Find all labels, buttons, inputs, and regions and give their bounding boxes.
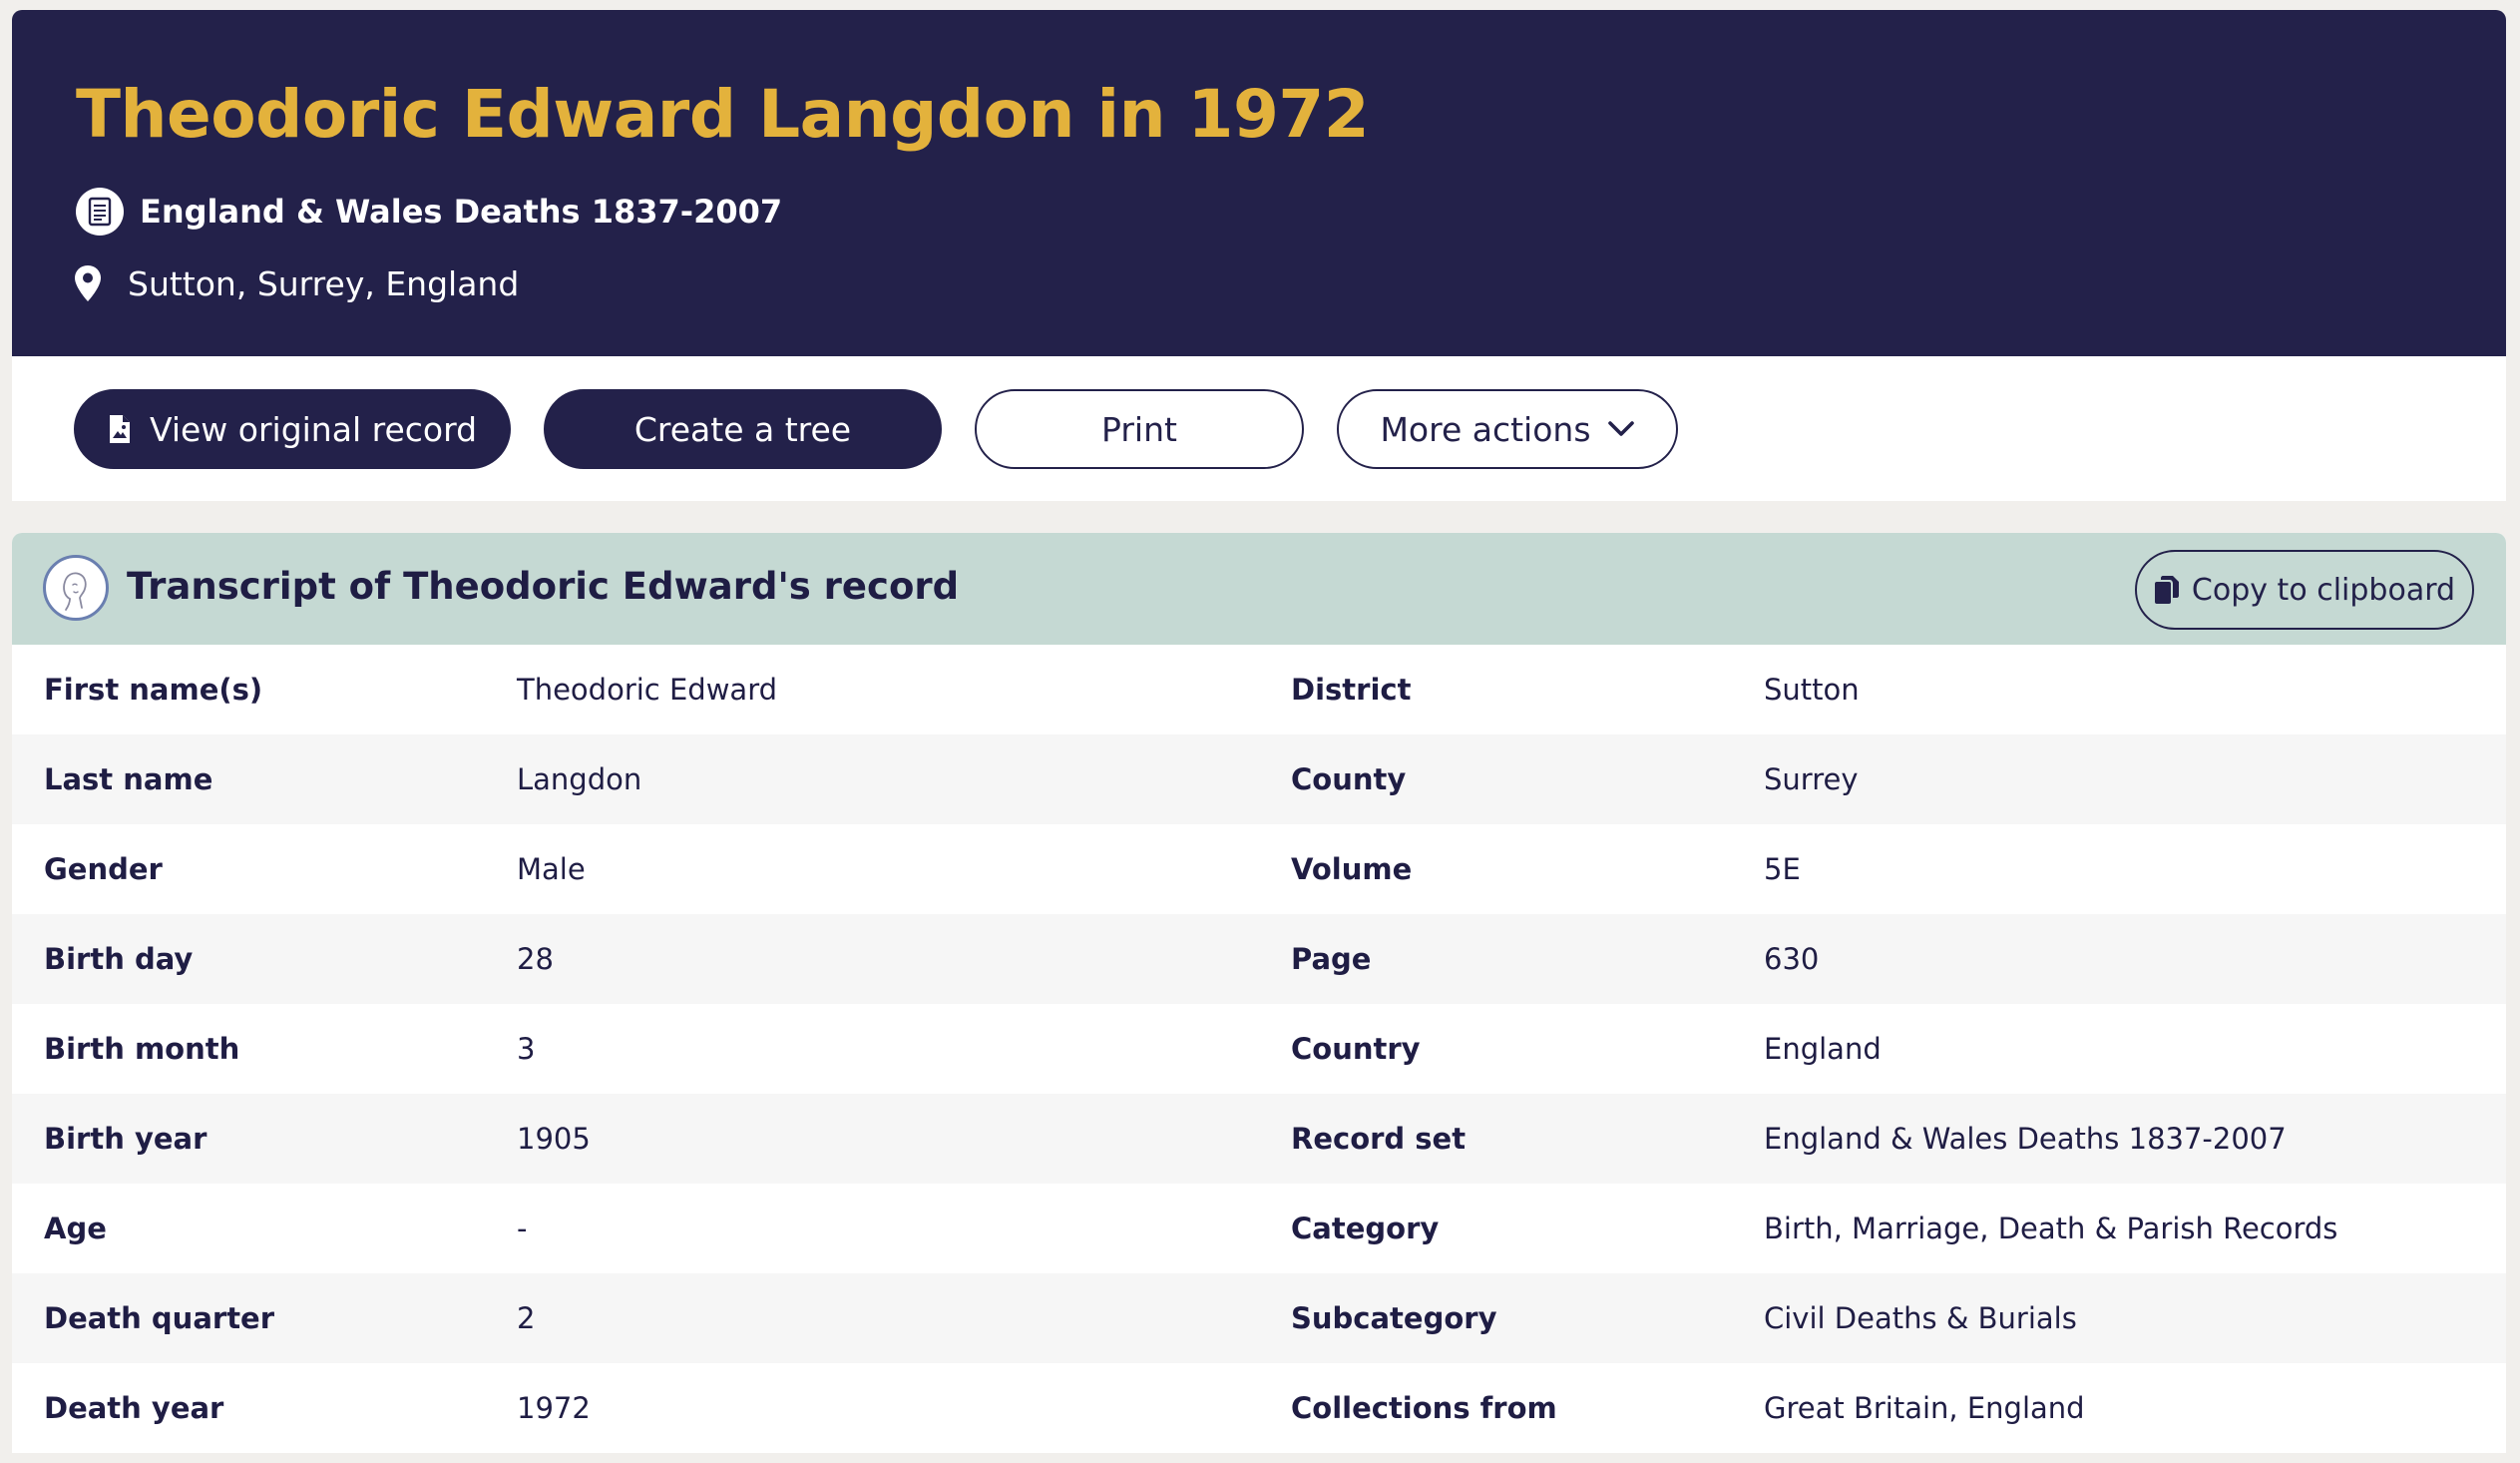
field-label: Record set — [1291, 1122, 1467, 1156]
collection-name: England & Wales Deaths 1837-2007 — [140, 193, 783, 231]
field-value: Birth, Marriage, Death & Parish Records — [1764, 1212, 2338, 1245]
table-row: Gender Male Volume 5E — [12, 824, 2506, 914]
location-text: Sutton, Surrey, England — [128, 263, 520, 303]
field-label: Death quarter — [44, 1301, 275, 1335]
record-location: Sutton, Surrey, England — [75, 259, 520, 307]
image-file-icon — [108, 414, 132, 444]
field-label: County — [1291, 762, 1407, 796]
transcript-table: First name(s) Theodoric Edward District Sut… — [12, 645, 2506, 1453]
more-actions-label: More actions — [1380, 409, 1591, 449]
table-row: Death quarter 2 Subcategory Civil Deaths & … — [12, 1273, 2506, 1363]
field-value: Great Britain, England — [1764, 1391, 2085, 1425]
print-button[interactable]: Print — [975, 389, 1304, 469]
field-value: 1972 — [517, 1391, 591, 1425]
action-bar: View original record Create a tree Print… — [12, 356, 2506, 501]
field-value: 28 — [517, 942, 554, 976]
create-tree-label: Create a tree — [633, 409, 852, 449]
field-label: Subcategory — [1291, 1301, 1497, 1335]
field-label: Birth day — [44, 942, 194, 976]
field-label: Death year — [44, 1391, 224, 1425]
field-value: 3 — [517, 1032, 536, 1066]
field-label: Page — [1291, 942, 1372, 976]
field-value: Civil Deaths & Burials — [1764, 1301, 2077, 1335]
more-actions-button[interactable]: More actions — [1337, 389, 1678, 469]
field-value: Male — [517, 852, 586, 886]
field-value: 630 — [1764, 942, 1820, 976]
field-label: First name(s) — [44, 673, 263, 707]
transcript-header: Transcript of Theodoric Edward's record … — [12, 533, 2506, 645]
field-value: Sutton — [1764, 673, 1860, 707]
field-value: England — [1764, 1032, 1882, 1066]
field-label: District — [1291, 673, 1412, 707]
transcript-panel: Transcript of Theodoric Edward's record … — [12, 533, 2506, 1453]
table-row: Death year 1972 Collections from Great Brit… — [12, 1363, 2506, 1453]
field-value: - — [517, 1212, 528, 1245]
field-value: Theodoric Edward — [517, 673, 778, 707]
field-value: 5E — [1764, 852, 1801, 886]
field-label: Country — [1291, 1032, 1421, 1066]
record-collection: England & Wales Deaths 1837-2007 — [76, 188, 782, 236]
document-icon — [76, 188, 124, 236]
record-header: Theodoric Edward Langdon in 1972 England… — [12, 10, 2506, 356]
transcript-title: Transcript of Theodoric Edward's record — [127, 565, 960, 608]
table-row: Birth day 28 Page 630 — [12, 914, 2506, 1004]
field-value: 1905 — [517, 1122, 591, 1156]
field-label: Age — [44, 1212, 107, 1245]
page-title: Theodoric Edward Langdon in 1972 — [76, 76, 1370, 153]
map-pin-icon — [64, 259, 112, 307]
field-value: England & Wales Deaths 1837-2007 — [1764, 1122, 2287, 1156]
table-row: Birth year 1905 Record set England & Wales … — [12, 1094, 2506, 1184]
print-label: Print — [1101, 409, 1177, 449]
copy-to-clipboard-label: Copy to clipboard — [2191, 572, 2456, 608]
field-label: Volume — [1291, 852, 1413, 886]
table-row: First name(s) Theodoric Edward District Sut… — [12, 645, 2506, 734]
copy-to-clipboard-button[interactable]: Copy to clipboard — [2135, 550, 2474, 630]
field-label: Last name — [44, 762, 213, 796]
field-value: Langdon — [517, 762, 642, 796]
view-original-record-button[interactable]: View original record — [74, 389, 511, 469]
field-value: Surrey — [1764, 762, 1859, 796]
clipboard-icon — [2154, 575, 2180, 605]
table-row: Age - Category Birth, Marriage, Death & Par… — [12, 1184, 2506, 1273]
field-label: Category — [1291, 1212, 1440, 1245]
table-row: Last name Langdon County Surrey — [12, 734, 2506, 824]
field-value: 2 — [517, 1301, 536, 1335]
field-label: Birth month — [44, 1032, 240, 1066]
create-tree-button[interactable]: Create a tree — [544, 389, 942, 469]
table-row: Birth month 3 Country England — [12, 1004, 2506, 1094]
chevron-down-icon — [1607, 420, 1635, 438]
field-label: Birth year — [44, 1122, 208, 1156]
field-label: Collections from — [1291, 1391, 1557, 1425]
field-label: Gender — [44, 852, 163, 886]
view-original-record-label: View original record — [149, 409, 478, 449]
person-avatar-icon — [43, 555, 109, 621]
